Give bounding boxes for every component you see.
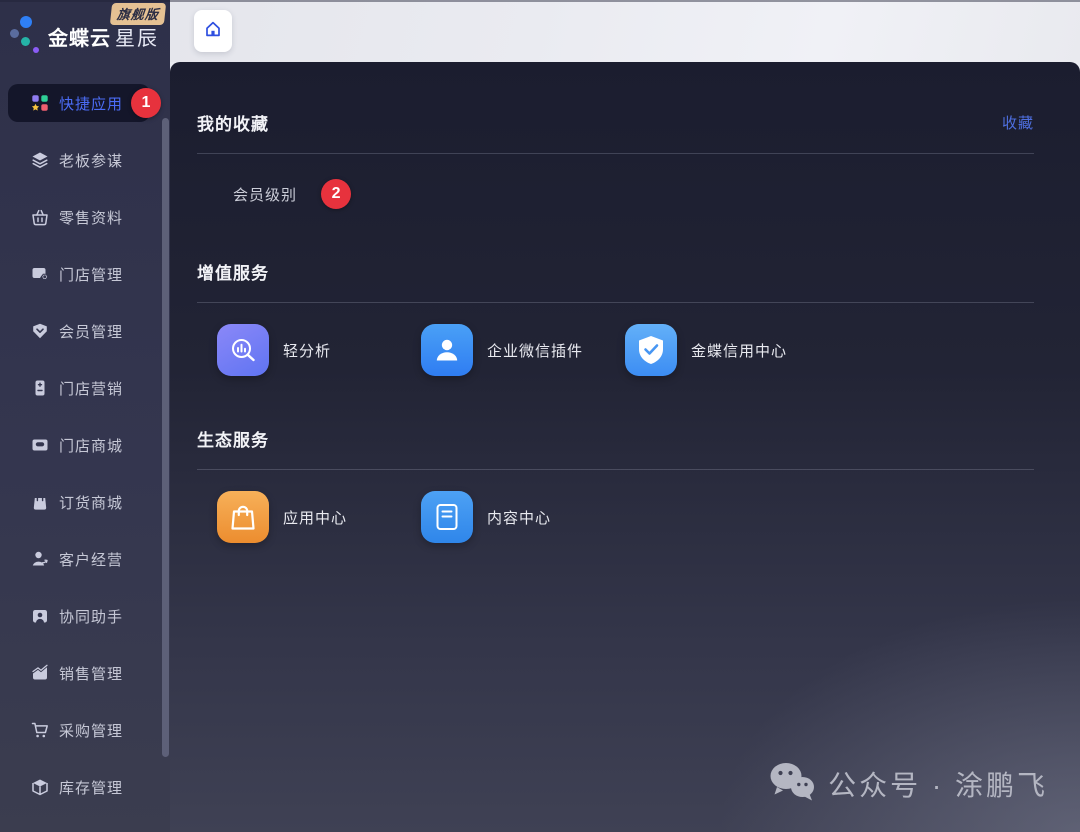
tile-credit-center[interactable]: 金蝶信用中心 [625, 324, 829, 376]
sidebar-item-label: 客户经营 [59, 549, 123, 570]
wecom-plugin-icon [421, 324, 473, 376]
window-top-edge [0, 0, 1080, 2]
apps-grid-icon [30, 93, 50, 113]
sidebar-item-member-management[interactable]: 会员管理 [0, 312, 170, 350]
brand-logo: 金蝶云星辰 旗舰版 [0, 0, 170, 62]
annotation-badge-1: 1 [131, 88, 161, 118]
sidebar-item-label: 快捷应用 [59, 93, 123, 114]
brand-name: 金蝶云 [48, 28, 111, 50]
value-added-section: 增值服务 轻分析 [197, 259, 1034, 376]
favorites-row: 会员级别 2 [197, 179, 1034, 209]
main-panel: 我的收藏 收藏 会员级别 2 增值服务 [170, 62, 1080, 832]
divider [197, 153, 1034, 154]
divider [197, 469, 1034, 470]
watermark: 公众号 · 涂鹏飞 [768, 761, 1048, 806]
sidebar-item-label: 采购管理 [59, 720, 123, 741]
edition-badge: 旗舰版 [110, 3, 166, 25]
wechat-icon [768, 761, 816, 806]
home-icon [203, 19, 223, 44]
sidebar-item-label: 销售管理 [59, 663, 123, 684]
value-added-title: 增值服务 [197, 259, 269, 284]
home-tab[interactable] [194, 10, 232, 52]
sidebar-item-label: 协同助手 [59, 606, 123, 627]
customer-icon [30, 549, 50, 569]
cube-icon [30, 777, 50, 797]
sidebar-scrollbar[interactable] [162, 118, 169, 757]
basket-icon [30, 207, 50, 227]
tile-label: 内容中心 [487, 507, 551, 528]
shopping-bag-icon [30, 492, 50, 512]
sidebar-item-retail-data[interactable]: 零售资料 [0, 198, 170, 236]
sidebar-item-inventory-management[interactable]: 库存管理 [0, 768, 170, 806]
light-analysis-icon [217, 324, 269, 376]
sidebar-item-quick-apps[interactable]: 快捷应用 1 [8, 84, 150, 122]
member-badge-icon [30, 321, 50, 341]
tile-wecom-plugin[interactable]: 企业微信插件 [421, 324, 625, 376]
sidebar-item-label: 门店营销 [59, 378, 123, 399]
brand-logo-icon [10, 12, 46, 54]
storefront-icon [30, 435, 50, 455]
ecosystem-title: 生态服务 [197, 426, 269, 451]
brand-name-secondary: 星辰 [115, 28, 159, 50]
credit-center-icon [625, 324, 677, 376]
sidebar-item-store-management[interactable]: 门店管理 [0, 255, 170, 293]
sidebar-item-customer-ops[interactable]: 客户经营 [0, 540, 170, 578]
sidebar-item-store-mall[interactable]: 门店商城 [0, 426, 170, 464]
sidebar-item-label: 门店管理 [59, 264, 123, 285]
sidebar-item-label: 门店商城 [59, 435, 123, 456]
layers-icon [30, 150, 50, 170]
content-center-icon [421, 491, 473, 543]
tile-content-center[interactable]: 内容中心 [421, 491, 625, 543]
topbar [170, 0, 1080, 62]
sidebar-item-label: 订货商城 [59, 492, 123, 513]
sidebar-menu: 快捷应用 1 老板参谋 零售资料 [0, 84, 170, 825]
tile-label: 应用中心 [283, 507, 347, 528]
favorites-section: 我的收藏 收藏 会员级别 2 [197, 110, 1034, 209]
tile-app-center[interactable]: 应用中心 [217, 491, 421, 543]
sidebar-item-collab-assistant[interactable]: 协同助手 [0, 597, 170, 635]
tag-icon [30, 378, 50, 398]
sidebar-item-boss-advisor[interactable]: 老板参谋 [0, 141, 170, 179]
sidebar-item-order-mall[interactable]: 订货商城 [0, 483, 170, 521]
sidebar-item-label: 库存管理 [59, 777, 123, 798]
favorites-title: 我的收藏 [197, 110, 269, 135]
id-card-icon [30, 606, 50, 626]
watermark-text: 公众号 · 涂鹏飞 [828, 764, 1048, 804]
sidebar: 金蝶云星辰 旗舰版 快捷应用 1 [0, 0, 170, 832]
annotation-badge-2: 2 [321, 179, 351, 209]
sidebar-item-label: 老板参谋 [59, 150, 123, 171]
app-center-icon [217, 491, 269, 543]
sidebar-item-label: 零售资料 [59, 207, 123, 228]
sidebar-item-sales-management[interactable]: 销售管理 [0, 654, 170, 692]
sales-chart-icon [30, 663, 50, 683]
sidebar-item-label: 会员管理 [59, 321, 123, 342]
divider [197, 302, 1034, 303]
favorites-manage-link[interactable]: 收藏 [1002, 112, 1034, 133]
cart-icon [30, 720, 50, 740]
sidebar-item-purchase-management[interactable]: 采购管理 [0, 711, 170, 749]
store-camera-icon [30, 264, 50, 284]
ecosystem-section: 生态服务 应用中心 [197, 426, 1034, 543]
sidebar-item-store-marketing[interactable]: 门店营销 [0, 369, 170, 407]
favorite-item-member-level[interactable]: 会员级别 [233, 184, 297, 205]
tile-light-analysis[interactable]: 轻分析 [217, 324, 421, 376]
tile-label: 轻分析 [283, 340, 331, 361]
tile-label: 企业微信插件 [487, 340, 583, 361]
tile-label: 金蝶信用中心 [691, 340, 787, 361]
